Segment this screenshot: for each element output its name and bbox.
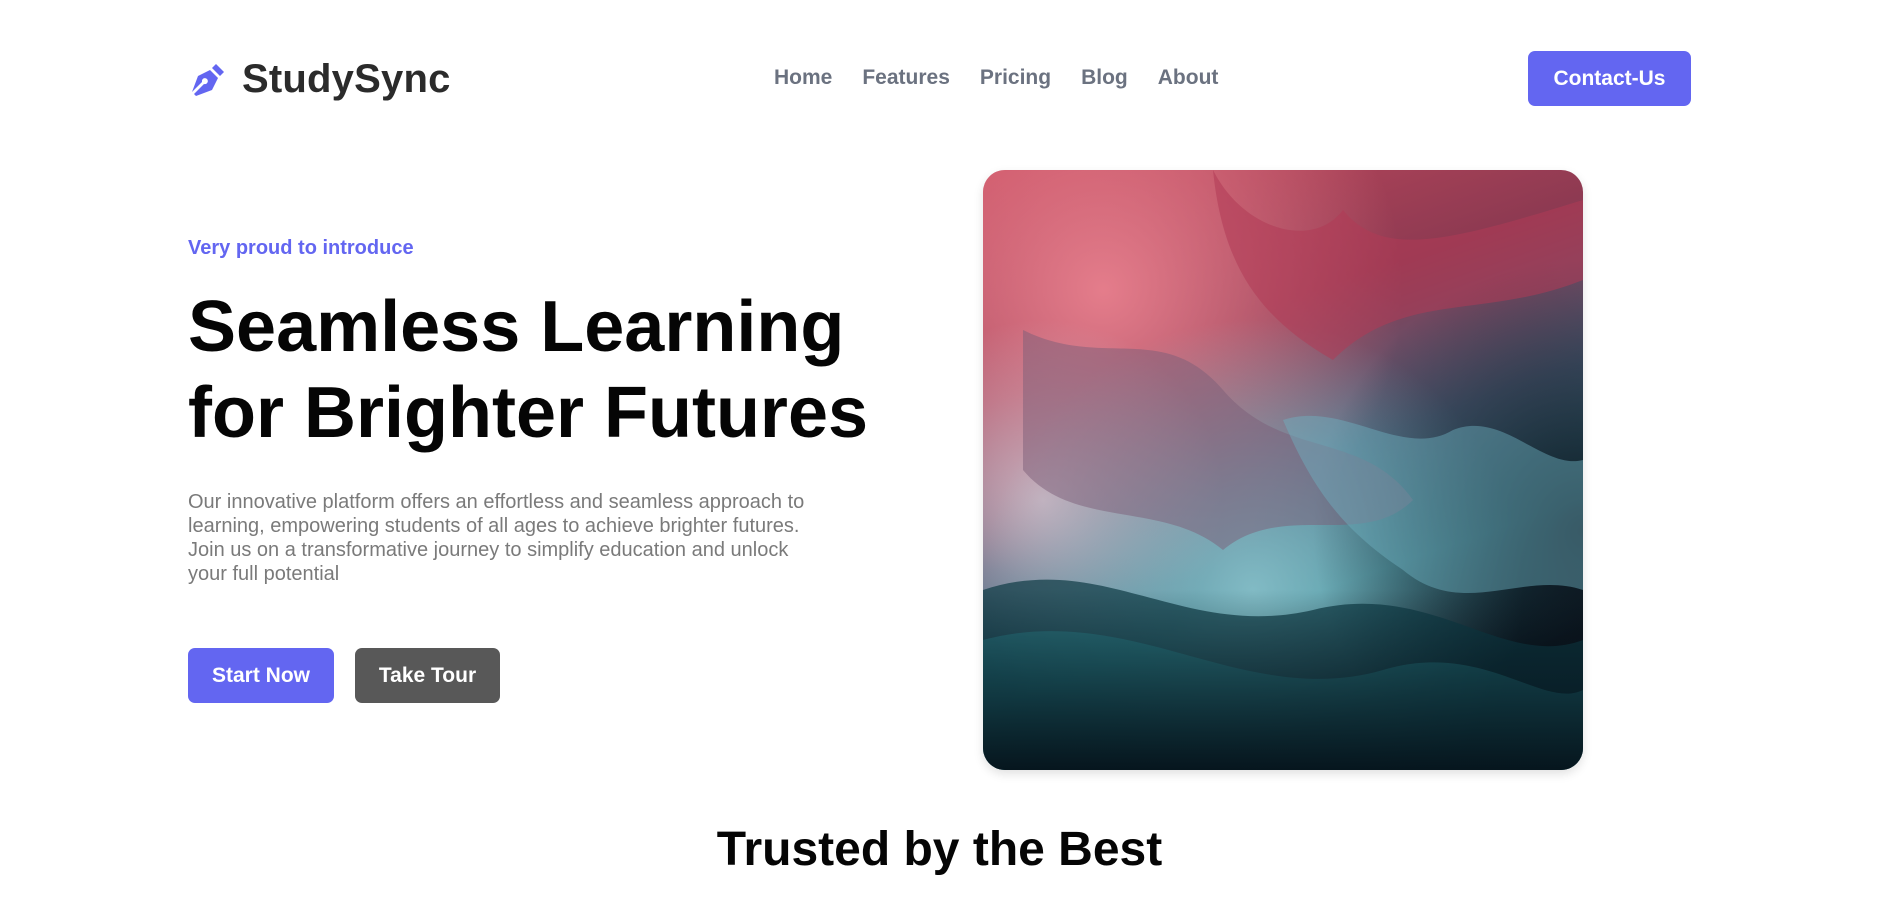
- hero-image: [983, 170, 1583, 770]
- nav-item-features[interactable]: Features: [862, 66, 950, 90]
- brand-name: StudySync: [242, 57, 451, 101]
- start-now-button[interactable]: Start Now: [188, 648, 334, 703]
- landing-page: StudySync Home Features Pricing Blog Abo…: [0, 0, 1879, 914]
- brand-logo[interactable]: StudySync: [188, 57, 451, 102]
- hero-eyebrow: Very proud to introduce: [188, 237, 414, 259]
- abstract-fluid-art-image: [983, 170, 1583, 770]
- nav-item-blog[interactable]: Blog: [1081, 66, 1128, 90]
- trusted-by-title: Trusted by the Best: [716, 823, 1163, 876]
- nav-item-about[interactable]: About: [1158, 66, 1219, 90]
- hero-headline-line-1: Seamless Learning: [188, 287, 845, 367]
- hero-headline: Seamless Learning for Brighter Futures: [188, 284, 908, 456]
- take-tour-button[interactable]: Take Tour: [355, 648, 500, 703]
- main-nav: Home Features Pricing Blog About: [774, 66, 1218, 90]
- hero-description: Our innovative platform offers an effort…: [188, 491, 805, 585]
- contact-us-button[interactable]: Contact-Us: [1528, 51, 1691, 106]
- nav-item-home[interactable]: Home: [774, 66, 832, 90]
- hero-headline-line-2: for Brighter Futures: [188, 373, 869, 453]
- hero-cta-group: Start Now Take Tour: [188, 648, 500, 703]
- pen-nib-icon: [192, 63, 224, 96]
- nav-item-pricing[interactable]: Pricing: [980, 66, 1051, 90]
- site-header: StudySync Home Features Pricing Blog Abo…: [188, 51, 1691, 106]
